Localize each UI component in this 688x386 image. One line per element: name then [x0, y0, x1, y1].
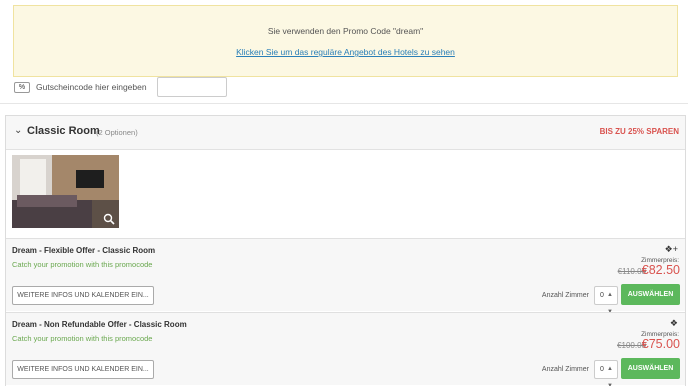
promo-message: Sie verwenden den Promo Code "dream" [267, 26, 424, 36]
offer-title: Dream - Non Refundable Offer - Classic R… [12, 320, 187, 329]
offer-row: Dream - Non Refundable Offer - Classic R… [6, 312, 685, 386]
offer-promo-text: Catch your promotion with this promocode [12, 334, 153, 343]
offer-promo-text: Catch your promotion with this promocode [12, 260, 153, 269]
voucher-row: % Gutscheincode hier eingeben [14, 77, 227, 97]
room-quantity-value: 0 [600, 366, 604, 373]
room-quantity-select[interactable]: 0 ▲▼ [594, 360, 618, 386]
room-card: ⌄ Classic Room (2 Optionen) BIS ZU 25% S… [5, 115, 686, 386]
select-offer-button[interactable]: AUSWÄHLEN [621, 358, 680, 379]
select-offer-button[interactable]: AUSWÄHLEN [621, 284, 680, 305]
room-photo[interactable] [12, 155, 119, 228]
room-title: Classic Room [27, 125, 100, 137]
divider [0, 103, 688, 104]
more-info-button[interactable]: WEITERE INFOS UND KALENDER EIN... [12, 286, 154, 305]
select-arrow-icon: ▲▼ [607, 366, 613, 386]
guests-2-plus-icon: ❖+ [664, 244, 678, 254]
room-options-count: (2 Optionen) [96, 128, 138, 137]
room-quantity-value: 0 [600, 292, 604, 299]
more-info-button[interactable]: WEITERE INFOS UND KALENDER EIN... [12, 360, 154, 379]
promo-banner: Sie verwenden den Promo Code "dream" Kli… [13, 5, 678, 77]
room-header[interactable]: ⌄ Classic Room (2 Optionen) BIS ZU 25% S… [6, 116, 685, 150]
chevron-down-icon[interactable]: ⌄ [14, 125, 22, 136]
voucher-input[interactable] [156, 77, 227, 97]
offer-row: Dream - Flexible Offer - Classic Room Ca… [6, 238, 685, 315]
regular-offer-link[interactable]: Klicken Sie um das reguläre Angebot des … [14, 47, 677, 57]
zoom-icon[interactable] [103, 213, 115, 225]
guests-2-icon: ❖ [669, 318, 678, 328]
offer-title: Dream - Flexible Offer - Classic Room [12, 246, 156, 255]
price-new: €82.50 [641, 263, 680, 277]
save-badge: BIS ZU 25% SPAREN [599, 127, 679, 136]
room-quantity-label: Anzahl Zimmer [541, 366, 589, 373]
price-new: €75.00 [641, 337, 680, 351]
room-quantity-label: Anzahl Zimmer [541, 292, 589, 299]
voucher-label: Gutscheincode hier eingeben [36, 82, 147, 92]
room-quantity-select[interactable]: 0 ▲▼ [594, 286, 618, 315]
percent-icon: % [14, 81, 30, 93]
